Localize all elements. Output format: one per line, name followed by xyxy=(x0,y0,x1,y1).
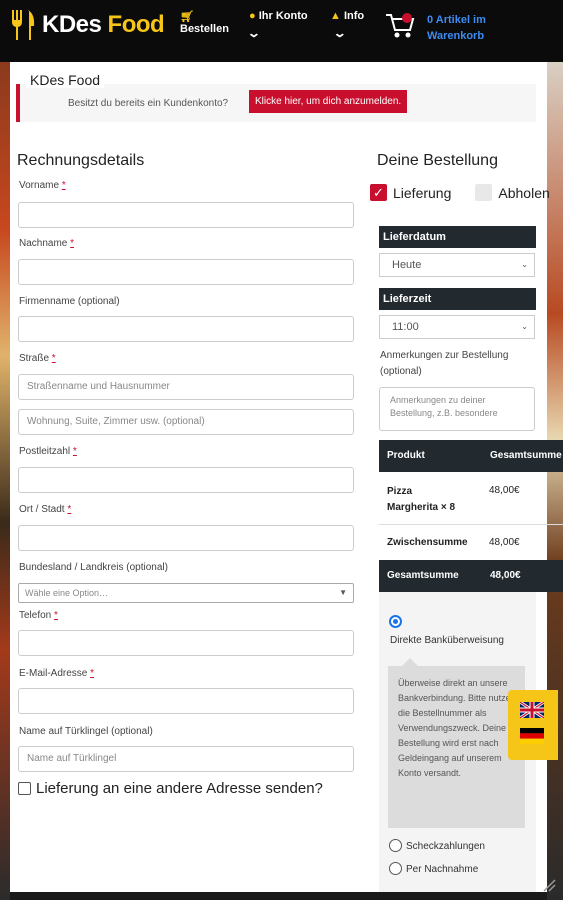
delivery-options: ✓ Lieferung Abholen xyxy=(370,184,550,201)
total-value: 48,00€ xyxy=(490,570,521,581)
lastname-input[interactable] xyxy=(18,259,354,285)
subtotal-value: 48,00€ xyxy=(489,537,520,548)
cod-radio[interactable] xyxy=(389,862,402,875)
chevron-down-icon: ⌄ xyxy=(521,322,528,331)
state-select-value: Wähle eine Option… xyxy=(25,588,109,598)
total-label: Gesamtsumme xyxy=(387,570,459,581)
email-input[interactable] xyxy=(18,688,354,714)
street-extra-input[interactable]: Wohnung, Suite, Zimmer usw. (optional) xyxy=(18,409,354,435)
bank-transfer-radio[interactable] xyxy=(389,615,402,628)
street-label: Straße * xyxy=(19,353,56,364)
chevron-down-icon: ⌄ xyxy=(521,260,528,269)
nav-bestellen[interactable]: 🛒︎ Bestellen xyxy=(180,10,229,35)
nav-info[interactable]: ▲ Info ⌄ xyxy=(330,10,364,40)
chevron-down-icon: ⌄ xyxy=(332,26,347,40)
chevron-down-icon: ⌄ xyxy=(246,26,261,40)
cart-icon: 🛒︎ xyxy=(180,11,194,23)
logo[interactable]: KDes Food xyxy=(8,8,165,42)
nav-label: Info xyxy=(343,10,365,22)
order-notes-label: Anmerkungen zur Bestellung (optional) xyxy=(380,350,509,377)
login-notice: KDes Food Besitzt du bereits ein Kundenk… xyxy=(16,72,536,122)
item-name: Pizza Margherita × 8 xyxy=(387,486,456,513)
bank-transfer-label: Direkte Banküberweisung xyxy=(390,635,504,646)
ship-different-row[interactable]: Lieferung an eine andere Adresse senden? xyxy=(18,780,323,797)
delivery-date-label: Lieferdatum xyxy=(379,226,536,248)
cart-count-text: 0 Artikel im xyxy=(427,14,486,26)
doorbell-label: Name auf Türklingel (optional) xyxy=(19,726,153,737)
language-switcher xyxy=(508,690,558,760)
logo-text: KDes Food xyxy=(42,11,165,38)
uk-flag-icon[interactable] xyxy=(520,702,544,718)
firstname-input[interactable] xyxy=(18,202,354,228)
delivery-checkbox[interactable]: ✓ xyxy=(370,184,387,201)
order-table-header: Produkt Gesamtsumme xyxy=(379,440,563,472)
delivery-time-label: Lieferzeit xyxy=(379,288,536,310)
login-button[interactable]: Klicke hier, um dich anzumelden. xyxy=(249,90,408,113)
delivery-date-value: Heute xyxy=(392,259,422,271)
cart-summary[interactable]: 0 Artikel im Warenkorb xyxy=(385,12,486,44)
cod-label: Per Nachnahme xyxy=(406,864,479,875)
delivery-label: Lieferung xyxy=(393,184,452,201)
checkout-page: KDes Food Besitzt du bereits ein Kundenk… xyxy=(10,62,563,892)
pickup-label: Abholen xyxy=(498,184,550,201)
state-label: Bundesland / Landkreis (optional) xyxy=(19,562,168,573)
cheque-label: Scheckzahlungen xyxy=(406,841,485,852)
pickup-checkbox[interactable] xyxy=(475,184,493,201)
german-flag-icon[interactable] xyxy=(520,728,544,744)
state-select[interactable]: Wähle eine Option… ▼ xyxy=(18,583,354,603)
doorbell-input[interactable]: Name auf Türklingel xyxy=(18,746,354,772)
subtotal-label: Zwischensumme xyxy=(387,537,468,548)
nav-label: Ihr Konto xyxy=(258,10,308,22)
order-table-footer: Gesamtsumme 48,00€ xyxy=(379,560,563,592)
phone-input[interactable] xyxy=(18,630,354,656)
delivery-time-value: 11:00 xyxy=(392,321,419,333)
phone-label: Telefon * xyxy=(19,610,58,621)
cheque-radio[interactable] xyxy=(389,839,402,852)
company-label: Firmenname (optional) xyxy=(19,296,120,307)
city-input[interactable] xyxy=(18,525,354,551)
notice-title: KDes Food xyxy=(26,72,105,88)
col-product: Produkt xyxy=(387,450,425,461)
city-label: Ort / Stadt * xyxy=(19,504,72,515)
zip-input[interactable] xyxy=(18,467,354,493)
street-input[interactable]: Straßenname und Hausnummer xyxy=(18,374,354,400)
bank-transfer-description: Überweise direkt an unsere Bankverbindun… xyxy=(388,658,525,828)
delivery-time-select[interactable]: 11:00 ⌄ xyxy=(379,315,535,339)
item-price: 48,00€ xyxy=(489,485,520,496)
firstname-label: Vorname * xyxy=(19,180,66,191)
nav-label: Bestellen xyxy=(180,23,229,35)
user-icon: ● xyxy=(249,10,256,22)
shield-icon: ▲ xyxy=(330,10,341,22)
billing-heading: Rechnungsdetails xyxy=(17,152,145,169)
notice-text: Besitzt du bereits ein Kundenkonto? xyxy=(68,98,229,109)
zip-label: Postleitzahl * xyxy=(19,446,77,457)
delivery-date-select[interactable]: Heute ⌄ xyxy=(379,253,535,277)
ship-different-checkbox[interactable] xyxy=(18,782,31,795)
lastname-label: Nachname * xyxy=(19,238,75,249)
dropdown-arrow-icon: ▼ xyxy=(339,588,347,597)
top-navigation-bar: KDes Food 🛒︎ Bestellen ● Ihr Konto ⌄ ▲ I… xyxy=(0,0,563,62)
col-total: Gesamtsumme xyxy=(490,450,562,461)
resize-handle-icon[interactable] xyxy=(540,876,556,892)
row-divider xyxy=(379,524,563,525)
fork-knife-icon xyxy=(12,10,35,40)
ship-different-label: Lieferung an eine andere Adresse senden? xyxy=(36,780,323,797)
shopping-cart-icon xyxy=(386,13,415,38)
company-input[interactable] xyxy=(18,316,354,342)
order-notes-textarea[interactable]: Anmerkungen zu deiner Bestellung, z.B. b… xyxy=(379,387,535,431)
email-label: E-Mail-Adresse * xyxy=(19,668,95,679)
cart-label-text: Warenkorb xyxy=(427,30,485,42)
order-heading: Deine Bestellung xyxy=(377,152,498,169)
nav-ihr-konto[interactable]: ● Ihr Konto ⌄ xyxy=(247,10,308,40)
background-image-left xyxy=(0,62,10,900)
